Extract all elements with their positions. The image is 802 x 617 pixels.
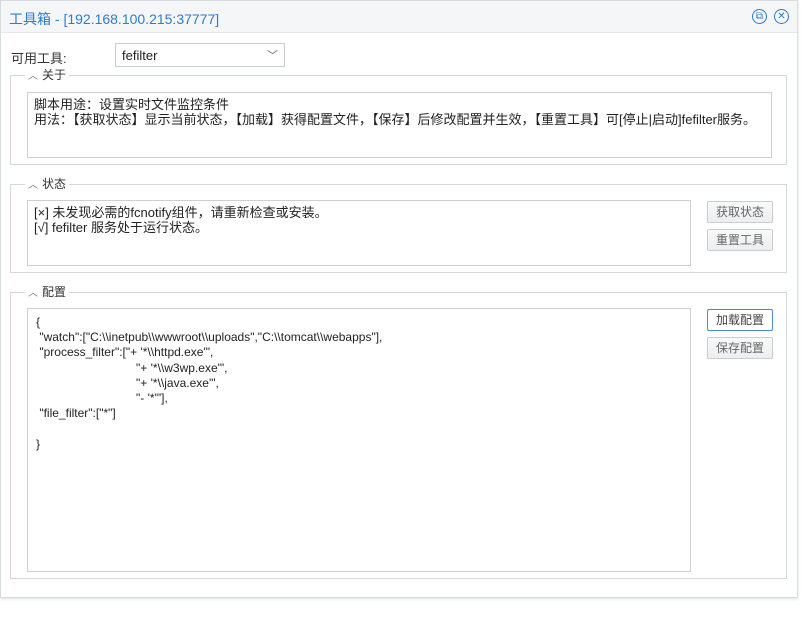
status-legend-label: 状态	[42, 177, 67, 191]
config-section: ︿ 配置 { "watch":["C:\\inetpub\\wwwroot\\up…	[10, 285, 787, 579]
toolbox-window: 工具箱 - [192.168.100.215:37777] ⧉ ✕ 可用工具: …	[0, 0, 798, 598]
status-section: ︿ 状态 [×] 未发现必需的fcnotify组件，请重新检查或安装。 [√] f…	[10, 177, 787, 273]
collapse-caret-icon: ︿	[28, 288, 38, 299]
load-config-button[interactable]: 加载配置	[707, 309, 773, 331]
status-legend[interactable]: ︿ 状态	[25, 177, 70, 193]
save-config-button[interactable]: 保存配置	[707, 337, 773, 359]
window-title: 工具箱 - [192.168.100.215:37777]	[9, 11, 220, 27]
config-legend[interactable]: ︿ 配置	[25, 285, 70, 301]
config-content: { "watch":["C:\\inetpub\\wwwroot\\upload…	[36, 315, 383, 451]
reset-tool-button[interactable]: 重置工具	[707, 229, 773, 251]
get-status-button[interactable]: 获取状态	[707, 201, 773, 223]
about-text-box: 脚本用途：设置实时文件监控条件 用法：【获取状态】显示当前状态，【加载】获得配置…	[27, 92, 772, 158]
tool-select-value: fefilter	[122, 48, 158, 63]
chevron-down-icon: ﹀	[267, 50, 278, 62]
about-line-1: 脚本用途：设置实时文件监控条件	[34, 97, 230, 112]
title-bar: 工具箱 - [192.168.100.215:37777] ⧉ ✕	[1, 1, 797, 33]
collapse-caret-icon: ︿	[28, 180, 38, 191]
restore-icon[interactable]: ⧉	[752, 9, 767, 24]
close-icon[interactable]: ✕	[774, 9, 789, 24]
tool-select-label: 可用工具:	[11, 51, 67, 66]
about-legend[interactable]: ︿ 关于	[25, 68, 70, 84]
config-editor[interactable]: { "watch":["C:\\inetpub\\wwwroot\\upload…	[27, 308, 691, 572]
collapse-caret-icon: ︿	[28, 71, 38, 82]
config-legend-label: 配置	[42, 285, 67, 299]
about-section: ︿ 关于 脚本用途：设置实时文件监控条件 用法：【获取状态】显示当前状态，【加载】…	[10, 68, 787, 165]
status-line-1: [×] 未发现必需的fcnotify组件，请重新检查或安装。	[34, 205, 328, 220]
status-text-box: [×] 未发现必需的fcnotify组件，请重新检查或安装。 [√] fefil…	[27, 200, 691, 266]
status-line-2: [√] fefilter 服务处于运行状态。	[34, 220, 208, 235]
tool-select[interactable]: fefilter ﹀	[115, 43, 285, 67]
about-line-2: 用法：【获取状态】显示当前状态，【加载】获得配置文件，【保存】后修改配置并生效，…	[34, 112, 757, 127]
about-legend-label: 关于	[42, 68, 67, 82]
